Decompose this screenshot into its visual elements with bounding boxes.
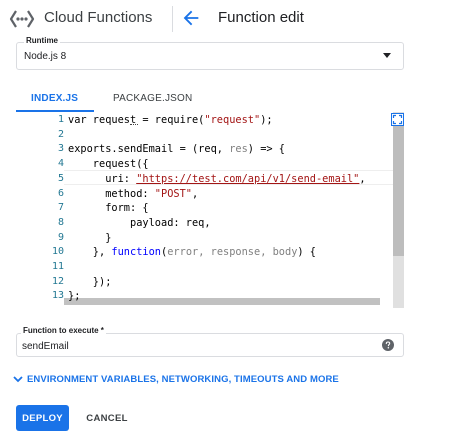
code-token: res bbox=[229, 143, 248, 156]
code-line: method: "POST", bbox=[68, 188, 198, 200]
advanced-settings-expander[interactable]: ENVIRONMENT VARIABLES, NETWORKING, TIMEO… bbox=[12, 372, 339, 386]
line-number: 10 bbox=[51, 246, 64, 258]
page-title: Function edit bbox=[218, 9, 304, 26]
app-header: Cloud Functions Function edit bbox=[0, 0, 474, 36]
code-token: } bbox=[68, 231, 112, 244]
code-line: uri: "https://test.com/api/v1/send-email… bbox=[68, 172, 366, 185]
tab-package-json[interactable]: PACKAGE.JSON bbox=[113, 93, 192, 104]
code-token: , bbox=[359, 172, 366, 185]
code-token: exports.sendEmail = (req, bbox=[68, 143, 230, 156]
function-to-execute-field[interactable] bbox=[16, 333, 404, 357]
code-token: , bbox=[192, 187, 199, 200]
code-editor[interactable]: 1 2 3 4 5 6 7 8 9 10 11 12 13 var request = require("… bbox=[16, 112, 404, 308]
code-token: "POST" bbox=[154, 187, 192, 200]
editor-horizontal-scrollbar[interactable] bbox=[64, 298, 380, 305]
dropdown-caret-icon[interactable] bbox=[383, 53, 391, 58]
code-line: }); bbox=[68, 275, 112, 288]
code-token: }; bbox=[68, 290, 81, 303]
runtime-label: Runtime bbox=[24, 36, 60, 45]
code-token: request({ bbox=[68, 158, 149, 171]
code-token: }); bbox=[68, 275, 112, 288]
line-number: 4 bbox=[57, 158, 64, 170]
line-number: 12 bbox=[51, 275, 64, 287]
line-number: 6 bbox=[57, 187, 64, 199]
runtime-value: Node.js 8 bbox=[24, 51, 67, 62]
code-line: exports.sendEmail = (req, res) => { bbox=[68, 143, 285, 155]
deploy-button[interactable]: DEPLOY bbox=[16, 405, 69, 431]
line-number: 9 bbox=[57, 231, 64, 243]
function-to-execute-label: Function to execute * bbox=[21, 326, 106, 335]
editor-vertical-scroll-thumb[interactable] bbox=[393, 126, 404, 256]
code-line: form: { bbox=[68, 202, 149, 215]
arrow-back-icon[interactable] bbox=[180, 7, 202, 29]
code-line: var request = require("request"); bbox=[68, 114, 273, 126]
help-icon[interactable] bbox=[382, 339, 394, 351]
code-token: uri: bbox=[68, 172, 137, 185]
line-number: 13 bbox=[51, 290, 64, 302]
code-token: ); bbox=[260, 114, 273, 126]
line-number: 5 bbox=[57, 172, 64, 184]
line-number: 8 bbox=[57, 216, 64, 228]
code-token: var request = require( bbox=[68, 114, 205, 126]
code-line: request({ bbox=[68, 158, 149, 170]
line-number: 7 bbox=[57, 202, 64, 214]
code-token: payload: req, bbox=[68, 216, 211, 229]
product-title: Cloud Functions bbox=[44, 9, 153, 26]
cloud-functions-logo-icon bbox=[9, 10, 35, 28]
code-line: } bbox=[68, 232, 111, 244]
fullscreen-icon[interactable] bbox=[391, 113, 404, 126]
tab-index-js[interactable]: INDEX.JS bbox=[31, 93, 78, 104]
advanced-settings-label: ENVIRONMENT VARIABLES, NETWORKING, TIMEO… bbox=[27, 373, 339, 385]
code-token: error, response, body bbox=[167, 246, 298, 259]
code-line: }, function(error, response, body) { bbox=[68, 246, 316, 258]
code-token: form: { bbox=[68, 202, 149, 215]
function-to-execute-value[interactable]: sendEmail bbox=[22, 341, 69, 352]
code-line: payload: req, bbox=[68, 217, 211, 229]
line-number: 11 bbox=[51, 261, 64, 272]
code-token: }, bbox=[68, 246, 112, 259]
code-line: }; bbox=[68, 290, 80, 302]
code-token: function bbox=[111, 246, 162, 259]
code-token: ) => { bbox=[247, 143, 285, 156]
code-token: method: bbox=[68, 187, 155, 200]
code-token: "https://test.com/api/v1/send-email" bbox=[136, 172, 360, 185]
code-token: ) { bbox=[297, 246, 317, 259]
code-token: "request" bbox=[204, 114, 261, 126]
runtime-select[interactable] bbox=[16, 42, 404, 70]
line-number: 3 bbox=[57, 143, 64, 155]
chevron-down-icon bbox=[13, 376, 23, 383]
cancel-button[interactable]: CANCEL bbox=[80, 405, 134, 431]
line-number: 2 bbox=[57, 128, 64, 140]
line-number: 1 bbox=[57, 114, 64, 125]
header-divider bbox=[172, 6, 173, 32]
